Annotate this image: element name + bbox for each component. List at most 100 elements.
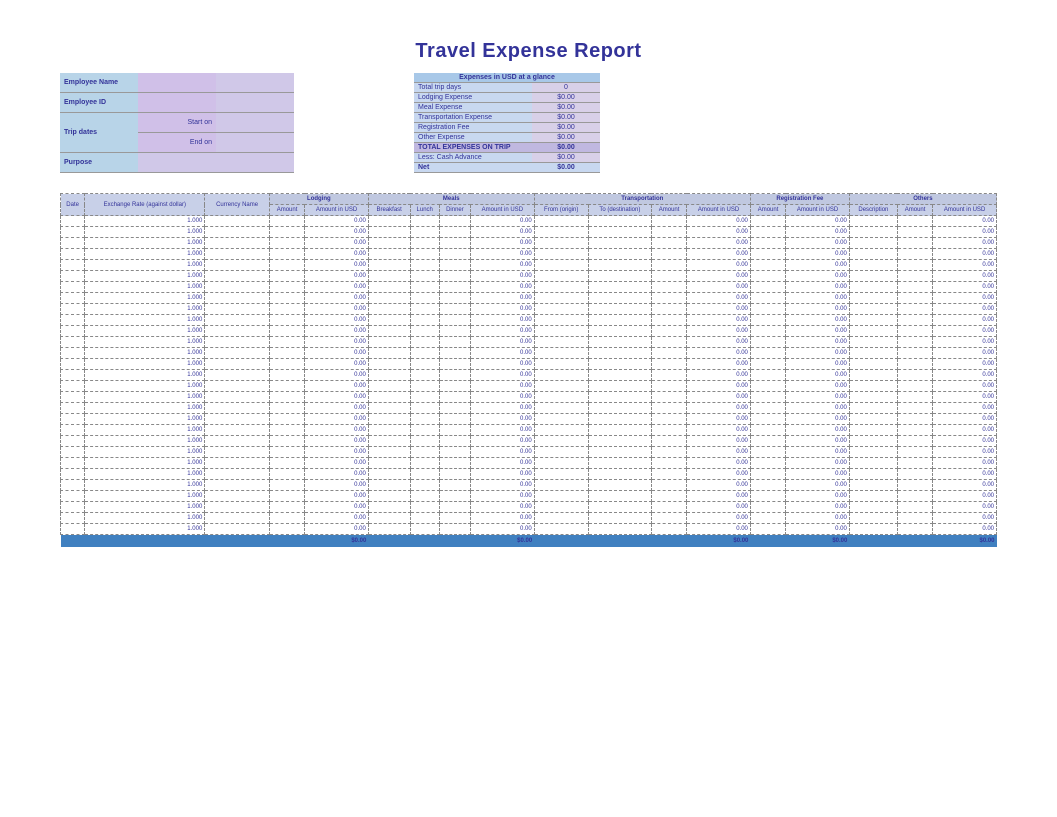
cell[interactable]	[588, 414, 651, 425]
cell[interactable]: 0.00	[687, 392, 751, 403]
cell[interactable]	[439, 216, 470, 227]
cell[interactable]	[410, 469, 439, 480]
cell[interactable]	[588, 524, 651, 535]
cell[interactable]	[750, 359, 785, 370]
cell[interactable]: 0.00	[687, 337, 751, 348]
table-row[interactable]: 1.0000.000.000.000.000.00	[61, 414, 997, 425]
cell[interactable]	[897, 480, 932, 491]
cell[interactable]	[897, 381, 932, 392]
cell[interactable]	[588, 436, 651, 447]
table-row[interactable]: 1.0000.000.000.000.000.00	[61, 282, 997, 293]
cell[interactable]	[849, 480, 897, 491]
cell[interactable]	[205, 458, 270, 469]
cell[interactable]: 0.00	[933, 447, 997, 458]
cell[interactable]	[534, 216, 588, 227]
cell[interactable]	[534, 304, 588, 315]
cell[interactable]	[205, 381, 270, 392]
cell[interactable]	[588, 326, 651, 337]
cell[interactable]: 0.00	[786, 359, 850, 370]
cell[interactable]	[534, 480, 588, 491]
cell[interactable]: 0.00	[687, 381, 751, 392]
cell[interactable]	[205, 469, 270, 480]
cell[interactable]	[368, 348, 410, 359]
cell[interactable]	[897, 359, 932, 370]
cell[interactable]: 0.00	[471, 293, 535, 304]
cell[interactable]: 0.00	[786, 315, 850, 326]
cell[interactable]	[534, 337, 588, 348]
cell[interactable]: 0.00	[933, 216, 997, 227]
cell[interactable]	[588, 227, 651, 238]
cell[interactable]	[849, 315, 897, 326]
cell[interactable]: 0.00	[687, 513, 751, 524]
cell[interactable]	[269, 249, 304, 260]
cell[interactable]	[849, 227, 897, 238]
cell[interactable]	[849, 326, 897, 337]
cell[interactable]: 0.00	[687, 359, 751, 370]
cell[interactable]	[269, 293, 304, 304]
cell[interactable]	[897, 282, 932, 293]
cell[interactable]	[410, 458, 439, 469]
cell[interactable]	[849, 502, 897, 513]
cell[interactable]: 0.00	[305, 282, 369, 293]
cell[interactable]	[849, 381, 897, 392]
cell[interactable]	[61, 513, 85, 524]
cell[interactable]	[410, 293, 439, 304]
cell[interactable]: 0.00	[471, 249, 535, 260]
cell[interactable]	[269, 436, 304, 447]
cell[interactable]	[410, 359, 439, 370]
cell[interactable]: 0.00	[471, 304, 535, 315]
cell[interactable]: 0.00	[786, 513, 850, 524]
cell[interactable]	[205, 238, 270, 249]
cell[interactable]	[897, 238, 932, 249]
cell[interactable]	[651, 458, 686, 469]
cell[interactable]: 0.00	[786, 491, 850, 502]
cell[interactable]	[439, 271, 470, 282]
cell[interactable]: 0.00	[305, 216, 369, 227]
cell[interactable]: 0.00	[305, 359, 369, 370]
cell[interactable]: 0.00	[933, 271, 997, 282]
table-row[interactable]: 1.0000.000.000.000.000.00	[61, 359, 997, 370]
cell[interactable]	[534, 359, 588, 370]
purpose-value[interactable]	[138, 152, 294, 172]
cell[interactable]	[651, 513, 686, 524]
cell[interactable]: 0.00	[933, 524, 997, 535]
cell[interactable]	[439, 260, 470, 271]
cell[interactable]	[439, 480, 470, 491]
cell[interactable]: 0.00	[305, 249, 369, 260]
cell[interactable]	[534, 414, 588, 425]
cell[interactable]: 0.00	[933, 381, 997, 392]
cell[interactable]: 0.00	[687, 414, 751, 425]
cell[interactable]: 0.00	[471, 469, 535, 480]
cell[interactable]	[849, 370, 897, 381]
cell[interactable]: 0.00	[933, 293, 997, 304]
cell[interactable]: 0.00	[305, 480, 369, 491]
cell[interactable]	[439, 370, 470, 381]
cell[interactable]	[269, 403, 304, 414]
cell[interactable]	[439, 249, 470, 260]
cell[interactable]	[269, 282, 304, 293]
cell[interactable]	[750, 381, 785, 392]
cell[interactable]	[750, 524, 785, 535]
cell[interactable]: 1.000	[85, 480, 205, 491]
cell[interactable]	[269, 425, 304, 436]
cell[interactable]	[651, 414, 686, 425]
cell[interactable]	[439, 392, 470, 403]
cell[interactable]	[750, 491, 785, 502]
cell[interactable]: 0.00	[786, 348, 850, 359]
cell[interactable]	[588, 260, 651, 271]
cell[interactable]	[534, 315, 588, 326]
cell[interactable]	[651, 271, 686, 282]
cell[interactable]: 0.00	[786, 447, 850, 458]
cell[interactable]: 0.00	[786, 502, 850, 513]
cell[interactable]	[368, 293, 410, 304]
cell[interactable]: 0.00	[933, 491, 997, 502]
cell[interactable]: 0.00	[687, 293, 751, 304]
cell[interactable]	[269, 271, 304, 282]
cell[interactable]	[651, 348, 686, 359]
cell[interactable]: 0.00	[786, 282, 850, 293]
cell[interactable]: 0.00	[687, 524, 751, 535]
cell[interactable]	[750, 480, 785, 491]
cell[interactable]: 1.000	[85, 315, 205, 326]
cell[interactable]: 0.00	[933, 469, 997, 480]
cell[interactable]: 0.00	[786, 304, 850, 315]
